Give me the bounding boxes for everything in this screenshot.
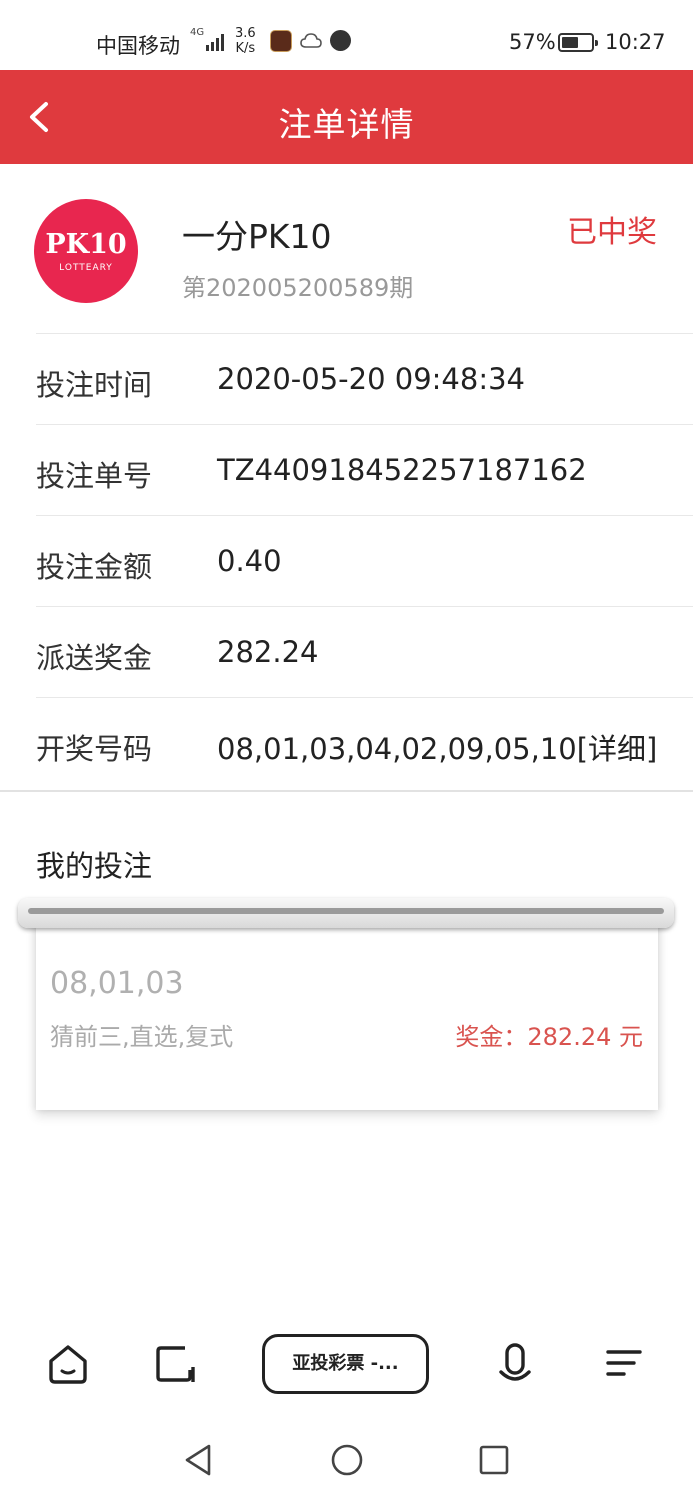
lottery-name: 一分PK10: [182, 217, 332, 256]
microphone-icon[interactable]: [493, 1342, 537, 1386]
detail-label: 投注时间: [36, 368, 153, 402]
bet-play-type: 猜前三,直选,复式: [50, 1023, 234, 1051]
nav-back-icon[interactable]: [181, 1442, 217, 1478]
battery-icon: [558, 33, 598, 52]
detail-value: 282.24: [217, 635, 319, 669]
detail-value: 2020-05-20 09:48:34: [217, 362, 525, 396]
ticket-serrated-edge: [36, 1104, 658, 1114]
bet-prize: 奖金：282.24 元: [455, 1023, 643, 1051]
lottery-logo: PK10 LOTTEARY: [34, 199, 138, 303]
nav-recents-icon[interactable]: [476, 1442, 512, 1478]
section-divider: [0, 790, 693, 792]
speed-value: 3.6: [235, 26, 256, 41]
detail-label: 开奖号码: [36, 732, 153, 766]
logo-main-text: PK10: [45, 229, 127, 260]
page-title: 注单详情: [278, 105, 415, 144]
detail-label: 投注单号: [36, 459, 153, 493]
detail-row-payout: 派送奖金 282.24: [36, 606, 693, 697]
ticket-printer-slot: [18, 898, 674, 928]
app-header: 注单详情: [0, 70, 693, 164]
status-bar: 中国移动 4G 3.6 K/s 57% 10:27: [0, 0, 693, 70]
detail-value: TZ440918452257187162: [217, 453, 587, 487]
network-speed: 3.6 K/s: [235, 26, 256, 56]
current-tab-pill[interactable]: 亚投彩票 -...: [262, 1334, 429, 1394]
battery-percent: 57%: [509, 30, 556, 54]
app-notification-icon: [270, 30, 292, 52]
detail-label: 投注金额: [36, 550, 153, 584]
nav-home-icon[interactable]: [329, 1442, 365, 1478]
home-icon[interactable]: [46, 1342, 90, 1386]
clock: 10:27: [605, 30, 666, 54]
browser-bottom-bar: 亚投彩票 -...: [0, 1320, 693, 1410]
bet-ticket: [36, 914, 658, 1110]
tabs-icon[interactable]: [153, 1342, 197, 1386]
detail-row-bet-time: 投注时间 2020-05-20 09:48:34: [36, 333, 693, 424]
carrier-name: 中国移动: [96, 34, 180, 58]
network-type: 4G: [190, 27, 205, 38]
system-nav-bar: [0, 1420, 693, 1500]
detail-row-bet-amount: 投注金额 0.40: [36, 515, 693, 606]
cloud-icon: [300, 33, 322, 48]
globe-icon: [330, 30, 351, 51]
detail-row-order-number: 投注单号 TZ440918452257187162: [36, 424, 693, 515]
draw-numbers-link[interactable]: 08,01,03,04,02,09,05,10[详细]: [217, 726, 657, 768]
signal-icon: [206, 34, 224, 51]
bet-numbers: 08,01,03: [50, 966, 184, 1001]
my-bets-title: 我的投注: [36, 849, 153, 883]
win-status-badge: 已中奖: [567, 215, 657, 250]
detail-row-draw-numbers[interactable]: 开奖号码 08,01,03,04,02,09,05,10[详细]: [36, 697, 693, 788]
bet-detail-list: 投注时间 2020-05-20 09:48:34 投注单号 TZ44091845…: [0, 333, 693, 788]
menu-icon[interactable]: [602, 1342, 646, 1386]
detail-label: 派送奖金: [36, 641, 153, 675]
speed-unit: K/s: [235, 41, 256, 56]
lottery-period: 第202005200589期: [182, 274, 414, 302]
logo-sub-text: LOTTEARY: [59, 263, 113, 273]
detail-value: 0.40: [217, 544, 282, 578]
